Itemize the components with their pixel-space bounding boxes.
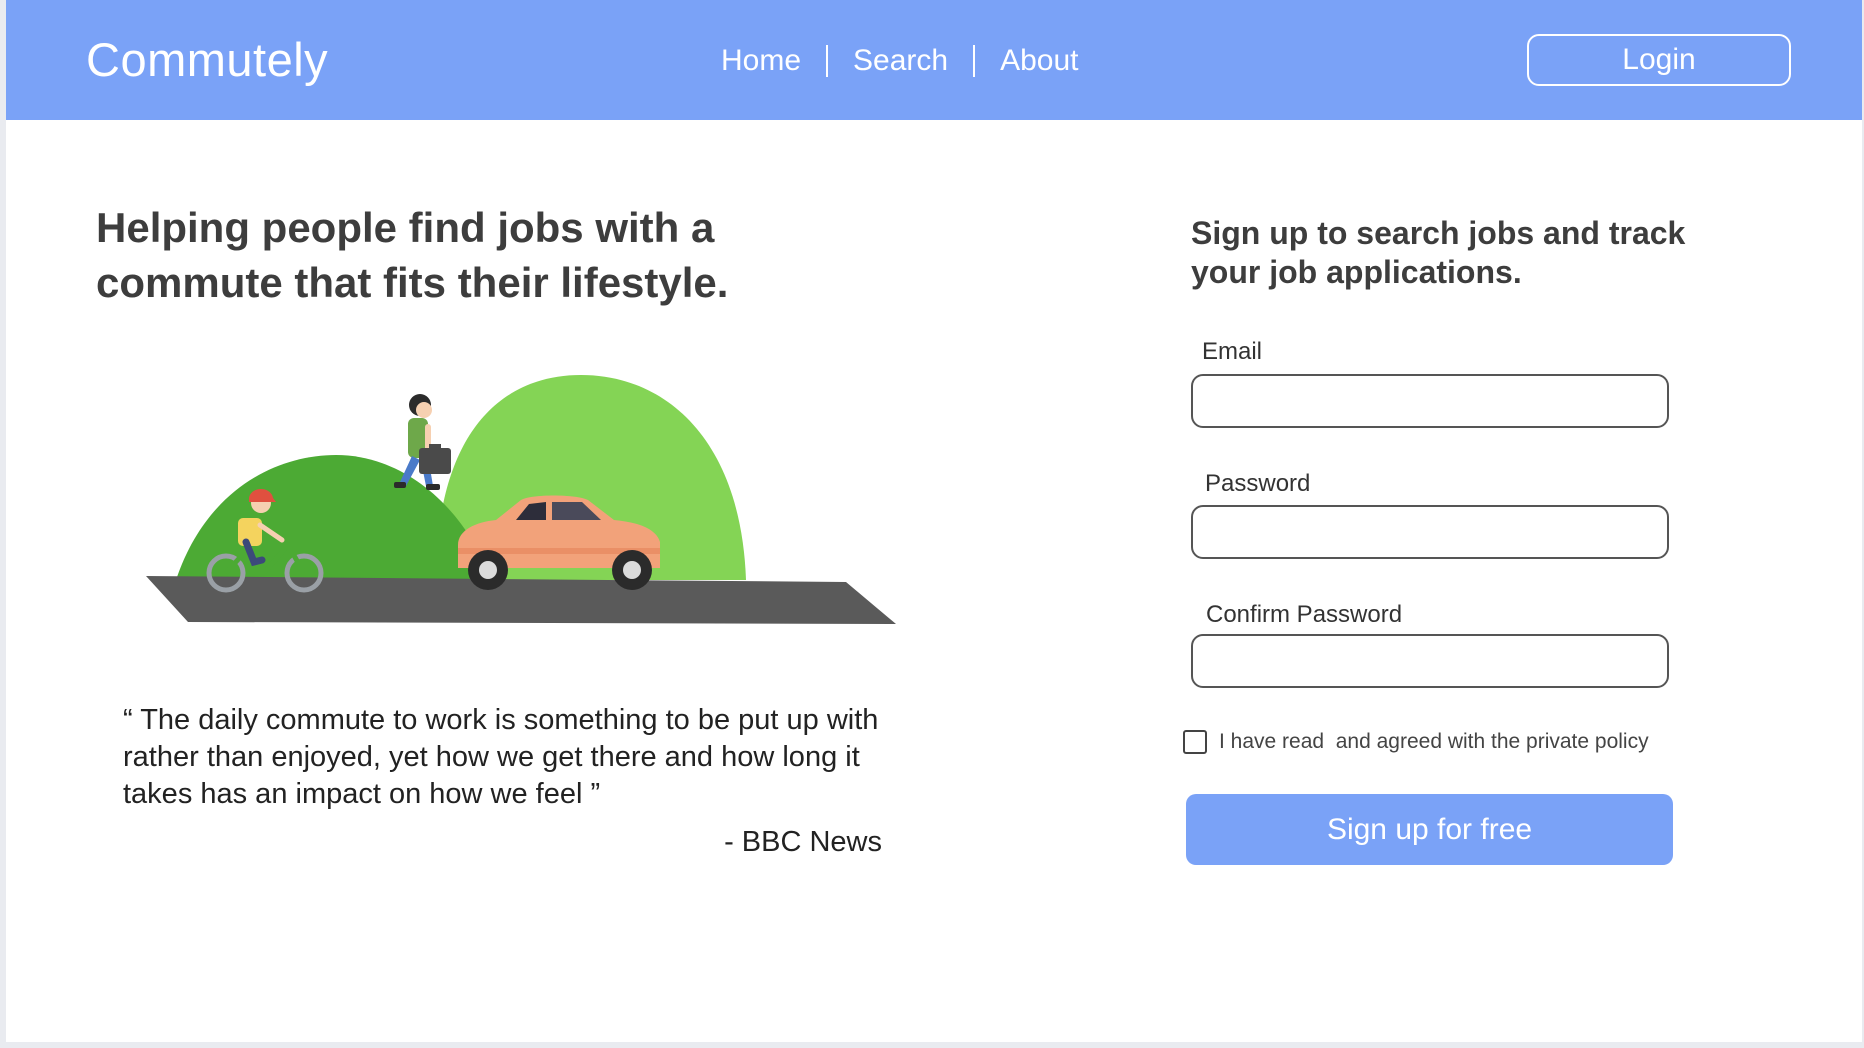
login-button[interactable]: Login bbox=[1527, 34, 1791, 86]
quote-source: - BBC News bbox=[724, 826, 882, 858]
nav-about-link[interactable]: About bbox=[975, 40, 1103, 82]
privacy-policy-row: I have read and agreed with the private … bbox=[1183, 730, 1649, 754]
nav-home-link[interactable]: Home bbox=[696, 40, 826, 82]
privacy-policy-checkbox[interactable] bbox=[1183, 730, 1207, 754]
email-label: Email bbox=[1202, 338, 1263, 365]
signup-button[interactable]: Sign up for free bbox=[1186, 794, 1673, 865]
nav-search-link[interactable]: Search bbox=[828, 40, 973, 82]
password-field[interactable] bbox=[1191, 505, 1669, 559]
signup-title: Sign up to search jobs and track your jo… bbox=[1191, 215, 1686, 290]
nav-links: Home Search About bbox=[696, 40, 1104, 82]
testimonial-quote: “ The daily commute to work is something… bbox=[123, 704, 879, 810]
confirm-password-field[interactable] bbox=[1191, 634, 1669, 688]
privacy-policy-label: I have read and agreed with the private … bbox=[1219, 730, 1649, 753]
email-field[interactable] bbox=[1191, 374, 1669, 428]
top-navbar: Commutely Home Search About Login bbox=[6, 0, 1862, 120]
commute-illustration bbox=[146, 375, 896, 624]
page-frame: Commutely Home Search About Login Helpin… bbox=[6, 0, 1862, 1042]
hero-title: Helping people find jobs with a commute … bbox=[96, 204, 729, 306]
brand-logo[interactable]: Commutely bbox=[86, 32, 328, 87]
password-label: Password bbox=[1205, 470, 1311, 497]
confirm-password-label: Confirm Password bbox=[1206, 601, 1403, 628]
road bbox=[146, 576, 896, 624]
